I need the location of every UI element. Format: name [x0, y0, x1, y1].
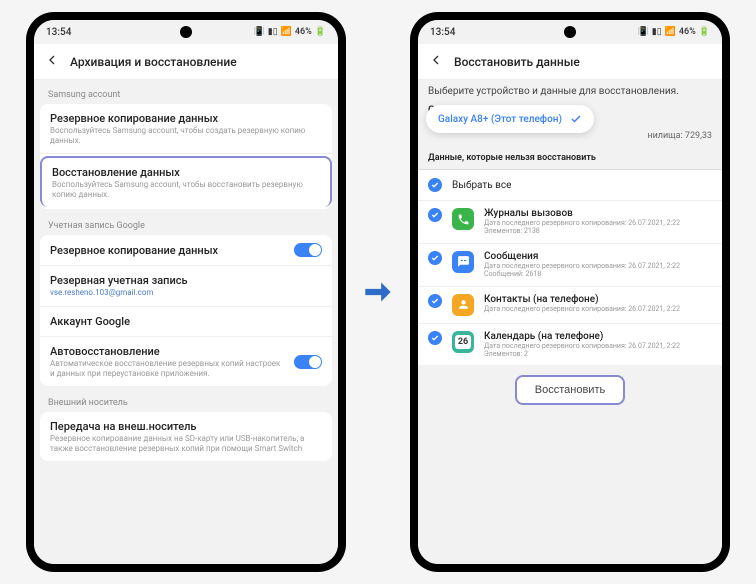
checkbox-all[interactable]	[428, 178, 442, 192]
phone-icon	[452, 208, 474, 230]
vibrate-icon: 📳	[254, 27, 265, 37]
content-left[interactable]: Samsung account Резервное копирование да…	[34, 80, 338, 564]
item-sub2: Сообщений: 2618	[484, 270, 712, 278]
msg-icon	[452, 251, 474, 273]
item-g-acct2[interactable]: Аккаунт Google	[40, 307, 332, 337]
restore-bar: Восстановить	[418, 365, 722, 415]
status-icons: 📳 ▮▯ 📶 46% 🔋	[254, 27, 326, 37]
signal-icon: ▮▯	[268, 27, 278, 37]
storage-text: нилища: 729,33	[418, 131, 722, 147]
screen-left: 13:54 📳 ▮▯ 📶 46% 🔋 Архивация и восстанов…	[34, 20, 338, 564]
data-item-2[interactable]: Контакты (на телефоне) Дата последнего р…	[418, 287, 722, 324]
header-r: Восстановить данные	[418, 44, 722, 80]
item-title: Сообщения	[484, 251, 712, 262]
toggle-autorestore[interactable]	[294, 355, 322, 369]
battery-icon: 🔋	[315, 27, 326, 37]
item-restore[interactable]: Восстановление данных Воспользуйтесь Sam…	[40, 156, 332, 207]
section-google: Учетная запись Google	[40, 215, 332, 235]
checkbox-item[interactable]	[428, 331, 442, 345]
arrow-icon	[358, 273, 398, 311]
statusbar: 13:54 📳 ▮▯ 📶 46% 🔋	[34, 20, 338, 44]
g-backup-title: Резервное копирование данных	[50, 244, 286, 257]
battery-icon: 🔋	[699, 27, 710, 37]
item-title: Журналы вызовов	[484, 208, 712, 219]
restore-title: Восстановление данных	[52, 166, 320, 179]
autorestore-title: Автовосстановление	[50, 345, 286, 358]
tab-cannot-restore[interactable]: Данные, которые нельзя восстановить	[418, 147, 722, 170]
data-item-3[interactable]: 26 Календарь (на телефоне) Дата последне…	[418, 324, 722, 366]
item-sub1: Дата последнего резервного копирования: …	[484, 219, 712, 227]
device-dropdown-item[interactable]: Galaxy A8+ (Этот телефон)	[426, 105, 594, 133]
select-all-row[interactable]: Выбрать все	[418, 170, 722, 201]
item-backup[interactable]: Резервное копирование данных Воспользуйт…	[40, 104, 332, 154]
item-sub2: Элементов: 2138	[484, 227, 712, 235]
cal-icon: 26	[452, 331, 474, 353]
back-icon-r[interactable]	[428, 52, 444, 72]
status-time-r: 13:54	[430, 27, 455, 38]
item-autorestore[interactable]: Автовосстановление Автоматическое восста…	[40, 337, 332, 386]
phone-left: 13:54 📳 ▮▯ 📶 46% 🔋 Архивация и восстанов…	[26, 12, 346, 572]
item-sub2: Элементов: 2	[484, 350, 712, 358]
vibrate-icon: 📳	[638, 27, 649, 37]
item-g-backup[interactable]: Резервное копирование данных	[40, 235, 332, 266]
wifi-icon: 📶	[281, 27, 292, 37]
autorestore-sub: Автоматическое восстановление резервных …	[50, 359, 286, 378]
item-sub1: Дата последнего резервного копирования: …	[484, 305, 712, 313]
header: Архивация и восстановление	[34, 44, 338, 80]
g-account-sub: vse.resheno.103@gmail.com	[50, 288, 322, 298]
statusbar-r: 13:54 📳 ▮▯ 📶 46% 🔋	[418, 20, 722, 44]
checkbox-item[interactable]	[428, 294, 442, 308]
data-item-0[interactable]: Журналы вызовов Дата последнего резервно…	[418, 201, 722, 244]
card-google: Резервное копирование данных Резервная у…	[40, 235, 332, 386]
data-item-1[interactable]: Сообщения Дата последнего резервного коп…	[418, 244, 722, 287]
contact-icon	[452, 294, 474, 316]
item-sub1: Дата последнего резервного копирования: …	[484, 342, 712, 350]
restore-button[interactable]: Восстановить	[515, 375, 625, 405]
intro-text: Выберите устройство и данные для восстан…	[418, 80, 722, 103]
section-external: Внешний носитель	[40, 392, 332, 412]
back-icon[interactable]	[44, 52, 60, 72]
page-title-r: Восстановить данные	[454, 55, 580, 69]
screen-right: 13:54 📳 ▮▯ 📶 46% 🔋 Восстановить данные В…	[418, 20, 722, 564]
backup-sub: Воспользуйтесь Samsung account, чтобы со…	[50, 126, 322, 145]
g-acct2-title: Аккаунт Google	[50, 315, 322, 328]
toggle-g-backup[interactable]	[294, 243, 322, 257]
content-right[interactable]: Выберите устройство и данные для восстан…	[418, 80, 722, 564]
card-external: Передача на внеш.носитель Резервное копи…	[40, 412, 332, 461]
dropdown-label: Galaxy A8+ (Этот телефон)	[438, 114, 562, 125]
restore-sub: Воспользуйтесь Samsung account, чтобы во…	[52, 180, 320, 199]
checkbox-item[interactable]	[428, 251, 442, 265]
item-title: Календарь (на телефоне)	[484, 331, 712, 342]
item-title: Контакты (на телефоне)	[484, 294, 712, 305]
section-samsung: Samsung account	[40, 84, 332, 104]
battery-text-r: 46%	[679, 27, 696, 37]
page-title: Архивация и восстановление	[70, 55, 237, 69]
g-account-title: Резервная учетная запись	[50, 274, 322, 287]
battery-text: 46%	[295, 27, 312, 37]
wifi-icon: 📶	[665, 27, 676, 37]
checkbox-item[interactable]	[428, 208, 442, 222]
item-external[interactable]: Передача на внеш.носитель Резервное копи…	[40, 412, 332, 461]
item-g-account[interactable]: Резервная учетная запись vse.resheno.103…	[40, 266, 332, 307]
signal-icon: ▮▯	[652, 27, 662, 37]
select-all-label: Выбрать все	[452, 180, 511, 191]
phone-right: 13:54 📳 ▮▯ 📶 46% 🔋 Восстановить данные В…	[410, 12, 730, 572]
check-icon	[570, 113, 582, 125]
item-sub1: Дата последнего резервного копирования: …	[484, 262, 712, 270]
status-icons-r: 📳 ▮▯ 📶 46% 🔋	[638, 27, 710, 37]
card-samsung: Резервное копирование данных Воспользуйт…	[40, 104, 332, 209]
backup-title: Резервное копирование данных	[50, 112, 322, 125]
ext-title: Передача на внеш.носитель	[50, 420, 322, 433]
ext-sub: Резервное копирование данных на SD-карту…	[50, 434, 322, 453]
status-time: 13:54	[46, 27, 71, 38]
